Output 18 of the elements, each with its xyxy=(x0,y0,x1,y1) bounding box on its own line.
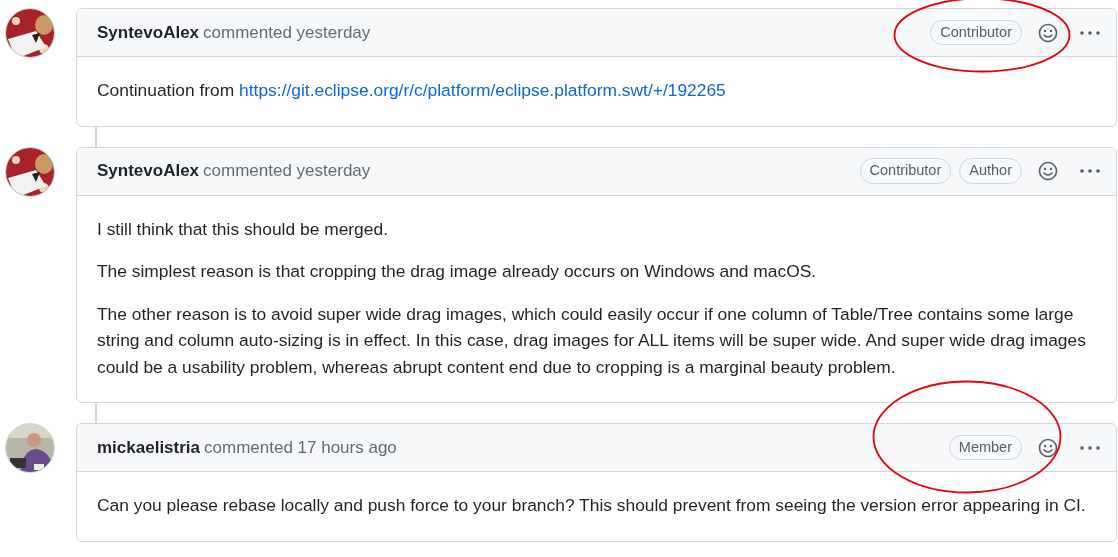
comment-text: Continuation from https://git.eclipse.org/r/c/platform/eclipse.platform.swt/+/192265 xyxy=(97,79,727,102)
author-name[interactable]: mickaelistria xyxy=(97,434,200,461)
comment-time[interactable]: commented yesterday xyxy=(203,158,371,184)
comment-text: Can you please rebase locally and push force to your branch? This should prevent from seeing the version error appearing in CI. xyxy=(97,494,1087,517)
author-name[interactable]: SyntevoAlex xyxy=(97,19,200,46)
comment-text: The other reason is to avoid super wide drag images, which could easily occur if one column of Table/Tree contains some large string and column auto-sizing is in effect. In this case, drag images for ALL items will be super wide. And super wide drag images could be a usability problem, whereas abrupt content end due to cropping is a marginal beauty problem. xyxy=(97,302,1087,379)
more-icon[interactable] xyxy=(1080,30,1100,35)
more-icon[interactable] xyxy=(1080,169,1100,173)
smiley-icon[interactable] xyxy=(1038,22,1058,43)
comment-time[interactable]: commented 17 hours ago xyxy=(204,434,397,461)
comment-text: I still think that this should be merged. xyxy=(97,217,389,241)
smiley-icon[interactable] xyxy=(1038,161,1058,181)
link[interactable]: https://git.eclipse.org/r/c/platform/eclipse.platform.swt/+/192265 xyxy=(239,80,726,100)
comment-time[interactable]: commented yesterday xyxy=(203,19,371,46)
more-icon[interactable] xyxy=(1080,445,1100,450)
comment-text: The simplest reason is that cropping the drag image already occurs on Windows and macOS. xyxy=(97,260,818,283)
author-name[interactable]: SyntevoAlex xyxy=(97,158,200,184)
smiley-icon[interactable] xyxy=(1038,437,1058,458)
